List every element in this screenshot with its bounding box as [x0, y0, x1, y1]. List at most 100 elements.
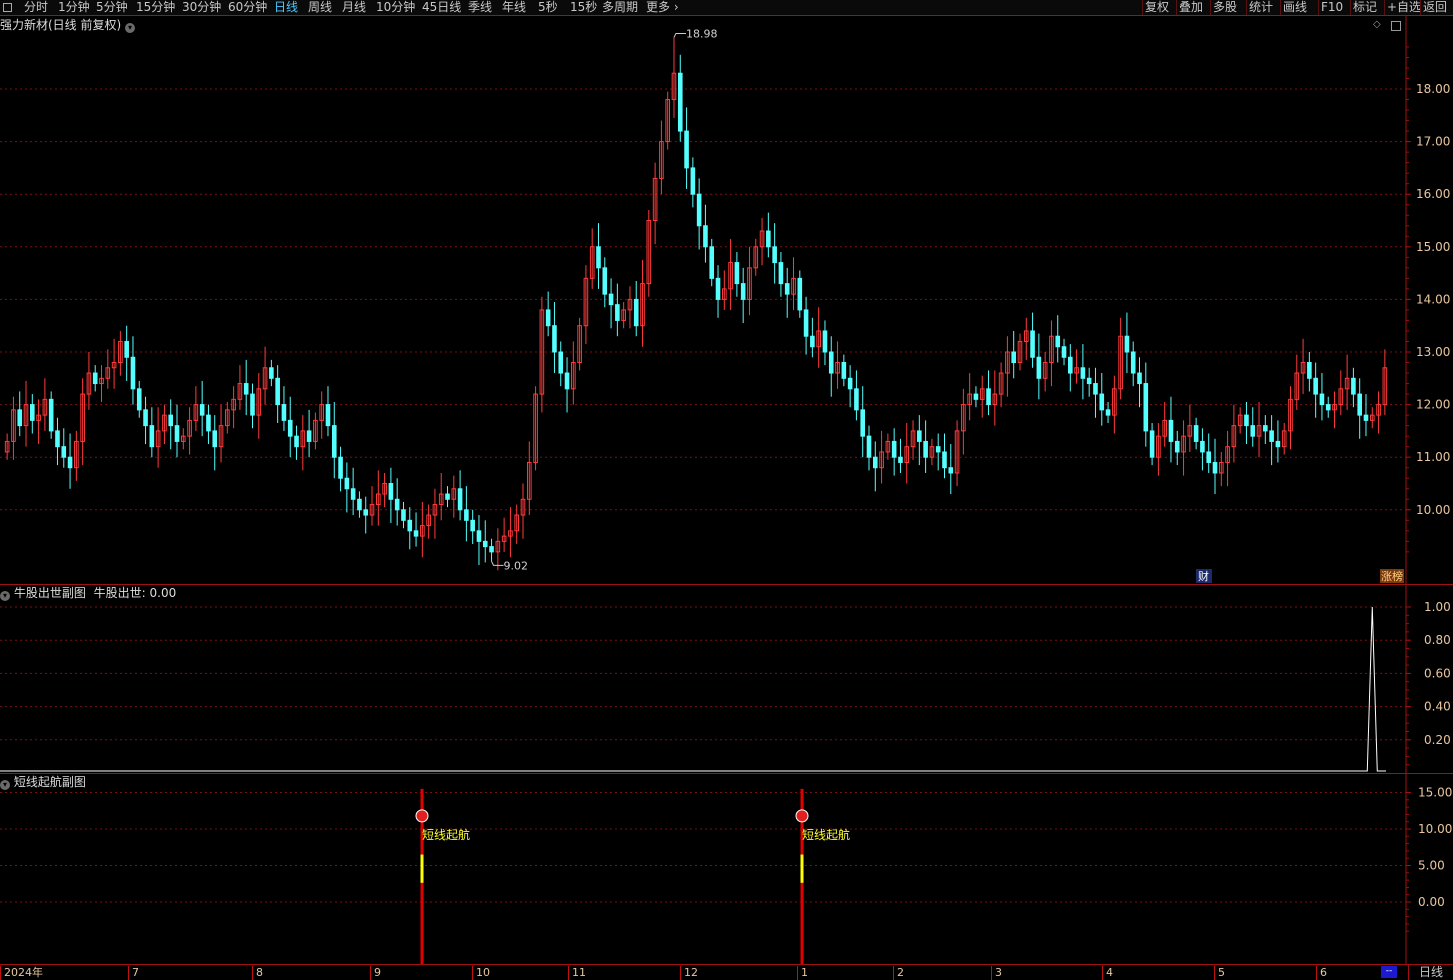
- candle-body: [696, 193, 702, 227]
- candle: [904, 423, 910, 484]
- period-tab-13[interactable]: 5秒: [538, 0, 558, 15]
- period-tab-10[interactable]: 45日线: [422, 0, 461, 15]
- period-tab-16[interactable]: 更多 ›: [646, 0, 679, 15]
- candle: [1376, 391, 1381, 434]
- candle: [331, 401, 337, 479]
- candle-body: [1105, 409, 1111, 416]
- price-axis-label: 11.00: [1416, 450, 1450, 464]
- candle: [998, 362, 1004, 408]
- candle: [231, 386, 236, 429]
- candle: [275, 365, 280, 424]
- candle: [105, 349, 111, 389]
- candle: [986, 370, 991, 416]
- period-tab-6[interactable]: 日线: [274, 0, 298, 15]
- candle: [457, 470, 463, 521]
- candle-body: [1244, 414, 1249, 427]
- candle: [1055, 315, 1061, 363]
- candle: [822, 320, 828, 366]
- candle-body: [149, 425, 155, 448]
- candle-body: [703, 225, 708, 248]
- candle-body: [942, 451, 947, 469]
- chevron-down-icon[interactable]: ▾: [0, 780, 10, 790]
- date-tick: 6: [1316, 966, 1327, 980]
- candle-body: [1206, 451, 1212, 463]
- candle-body: [734, 262, 740, 285]
- period-tab-8[interactable]: 月线: [342, 0, 366, 15]
- toolbar-button-8[interactable]: 返回: [1420, 0, 1449, 15]
- candle: [1030, 312, 1035, 368]
- candle: [426, 504, 431, 539]
- candle-body: [1143, 383, 1149, 432]
- period-tab-7[interactable]: 周线: [308, 0, 332, 15]
- toolbar-button-3[interactable]: 统计: [1246, 0, 1275, 15]
- candle: [294, 425, 299, 460]
- sub2-axis-label: 15.00: [1418, 786, 1452, 800]
- candle: [4, 433, 10, 460]
- candle: [1162, 401, 1167, 447]
- candle: [885, 433, 891, 460]
- candle-body: [67, 456, 73, 469]
- candle-body: [552, 325, 557, 353]
- candle-body: [1030, 330, 1035, 358]
- chevron-down-icon[interactable]: ▾: [0, 591, 10, 601]
- toolbar-button-2[interactable]: 多股: [1210, 0, 1239, 15]
- sub1-axis-label: 0.20: [1424, 733, 1451, 747]
- chevron-down-icon[interactable]: ▾: [125, 23, 136, 33]
- period-tab-3[interactable]: 15分钟: [136, 0, 175, 15]
- period-tab-15[interactable]: 多周期: [602, 0, 638, 15]
- period-tab-1[interactable]: 1分钟: [58, 0, 90, 15]
- candle: [791, 257, 796, 310]
- toolbar-button-4[interactable]: 画线: [1280, 0, 1309, 15]
- candle-body: [124, 340, 129, 358]
- period-tab-4[interactable]: 30分钟: [182, 0, 221, 15]
- square-icon[interactable]: [1391, 21, 1401, 31]
- candle: [589, 228, 595, 289]
- bull-indicator-chart[interactable]: 1.00 0.80 0.60 0.40 0.20: [0, 585, 1453, 774]
- period-tab-12[interactable]: 年线: [502, 0, 526, 15]
- period-tab-11[interactable]: 季线: [468, 0, 492, 15]
- candle-body: [287, 419, 293, 437]
- candle-body: [306, 430, 312, 442]
- candle: [1300, 338, 1306, 395]
- candle: [640, 259, 645, 347]
- candle-body: [199, 404, 205, 416]
- candle-body: [872, 456, 878, 469]
- candle: [451, 475, 457, 518]
- candle-body: [1212, 461, 1218, 474]
- toolbar-button-6[interactable]: 标记: [1350, 0, 1379, 15]
- period-tab-14[interactable]: 15秒: [570, 0, 597, 15]
- candle-body: [401, 509, 406, 521]
- candle-body: [17, 409, 23, 427]
- candle: [306, 409, 312, 458]
- candle-body: [344, 477, 350, 490]
- price-chart[interactable]: 18.00 17.00 16.00 15.00 14.00 13.00 12.00 11.00…: [0, 16, 1453, 585]
- candle-body: [168, 414, 174, 427]
- candle: [841, 354, 847, 387]
- candle-body: [243, 383, 249, 395]
- candle-body: [325, 404, 331, 427]
- candle-body: [1061, 346, 1067, 358]
- period-tab-5[interactable]: 60分钟: [228, 0, 267, 15]
- sub1-axis-label: 1.00: [1424, 600, 1451, 614]
- toolbar-button-7[interactable]: +自选: [1384, 0, 1423, 15]
- candle: [193, 386, 199, 431]
- candle: [394, 478, 400, 526]
- candle: [1105, 401, 1111, 424]
- scroll-indicator[interactable]: --: [1381, 966, 1397, 978]
- period-tab-0[interactable]: 分时: [24, 0, 48, 15]
- period-tab-9[interactable]: 10分钟: [376, 0, 415, 15]
- candle-body: [898, 456, 903, 463]
- candle-body: [1363, 414, 1369, 421]
- candle-body: [143, 409, 148, 427]
- candle: [526, 441, 532, 516]
- toolbar-button-5[interactable]: F10: [1318, 0, 1345, 15]
- candle: [243, 359, 249, 416]
- diamond-icon[interactable]: ◇: [1373, 20, 1383, 30]
- square-menu-icon[interactable]: [3, 3, 12, 12]
- toolbar-button-0[interactable]: 复权: [1142, 0, 1171, 15]
- short-term-signal-chart[interactable]: 15.00 10.00 5.00 0.00 短线起航 短线起航: [0, 774, 1453, 964]
- signal-ball-icon: [415, 809, 429, 823]
- candle: [740, 267, 746, 324]
- period-tab-2[interactable]: 5分钟: [96, 0, 128, 15]
- toolbar-button-1[interactable]: 叠加: [1176, 0, 1205, 15]
